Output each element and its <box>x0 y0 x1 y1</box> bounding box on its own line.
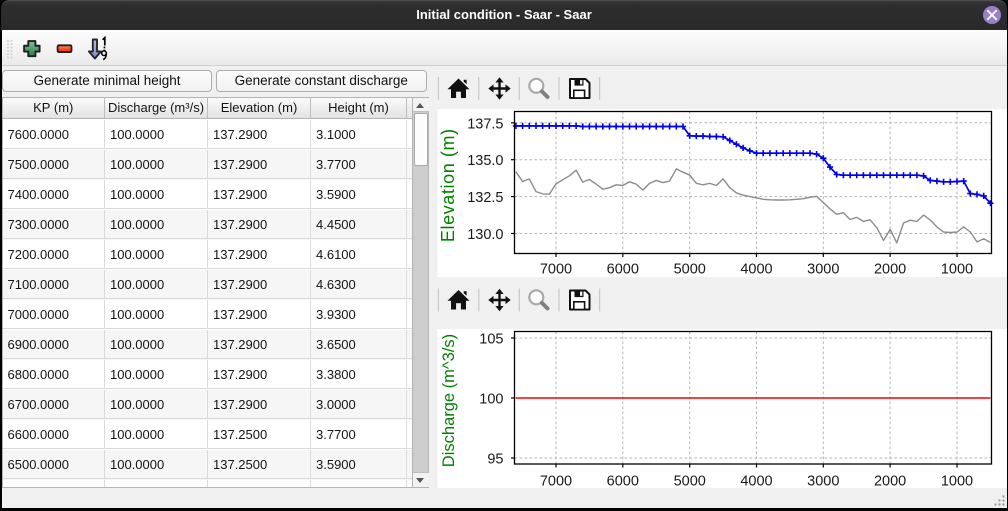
svg-text:2000: 2000 <box>873 262 905 278</box>
svg-text:130.0: 130.0 <box>467 227 503 243</box>
svg-text:95: 95 <box>487 452 503 468</box>
svg-text:Discharge (m^3/s): Discharge (m^3/s) <box>440 334 458 467</box>
svg-text:4000: 4000 <box>740 474 772 490</box>
svg-text:4000: 4000 <box>740 262 772 278</box>
svg-text:3000: 3000 <box>807 262 839 278</box>
svg-text:1000: 1000 <box>940 474 972 490</box>
svg-text:6000: 6000 <box>606 474 638 490</box>
svg-text:1000: 1000 <box>940 262 972 278</box>
svg-text:7000: 7000 <box>539 262 571 278</box>
svg-text:5000: 5000 <box>673 474 705 490</box>
svg-text:6000: 6000 <box>606 262 638 278</box>
svg-text:137.5: 137.5 <box>467 116 503 132</box>
svg-text:5000: 5000 <box>673 262 705 278</box>
svg-text:3000: 3000 <box>807 474 839 490</box>
svg-text:100: 100 <box>479 392 503 408</box>
svg-text:135.0: 135.0 <box>467 153 503 169</box>
svg-text:2000: 2000 <box>873 474 905 490</box>
svg-text:105: 105 <box>479 332 503 348</box>
svg-text:132.5: 132.5 <box>467 190 503 206</box>
svg-text:7000: 7000 <box>539 474 571 490</box>
svg-text:Elevation (m): Elevation (m) <box>438 128 458 242</box>
